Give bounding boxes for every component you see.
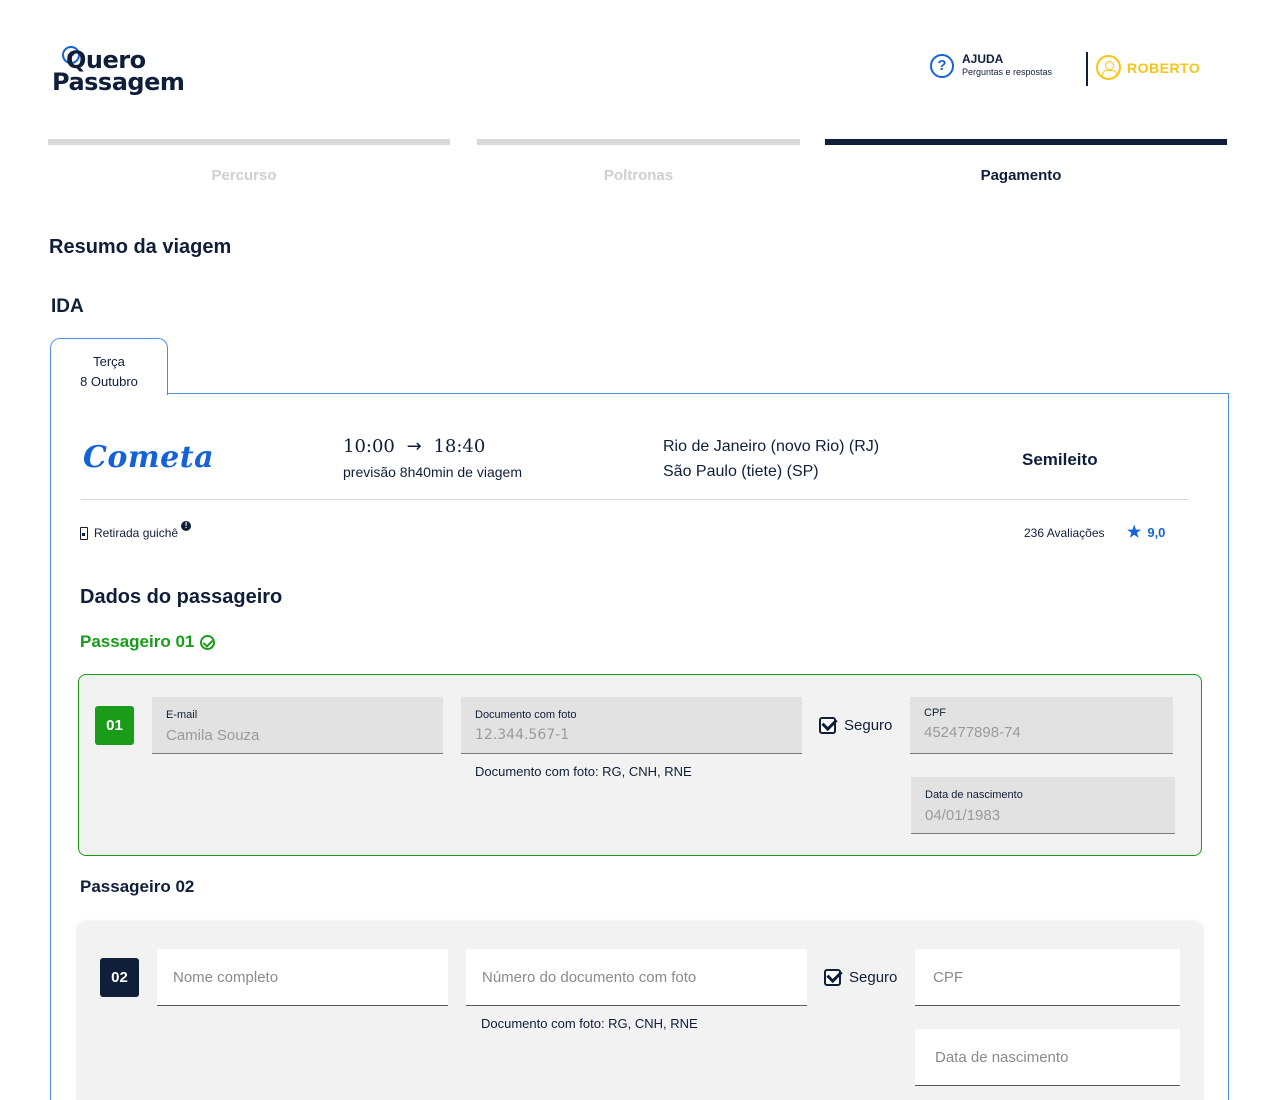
header-divider: [1086, 52, 1088, 86]
step-poltronas[interactable]: Poltronas: [477, 167, 800, 184]
trip-times: 10:00 → 18:40: [343, 436, 485, 457]
insurance-checkbox[interactable]: Seguro: [819, 717, 892, 734]
summary-title: Resumo da viagem: [49, 236, 232, 258]
destination: São Paulo (tiete) (SP): [663, 463, 819, 480]
rating: ★ 9,0: [1127, 522, 1165, 542]
logo[interactable]: + Quero Passagem: [52, 42, 185, 98]
step-bar-poltronas: [477, 139, 800, 145]
insurance-label: Seguro: [844, 717, 893, 734]
birthdate-label: Data de nascimento: [925, 789, 1023, 801]
arrival-time: 18:40: [433, 436, 486, 457]
trip-direction: IDA: [51, 296, 84, 317]
user-menu[interactable]: ROBERTO: [1096, 55, 1200, 80]
user-icon: [1096, 55, 1121, 80]
cpf-value: 452477898-74: [924, 724, 1021, 741]
email-value: Camila Souza: [166, 727, 260, 744]
pickup-label: Retirada guichê: [94, 526, 179, 540]
info-icon[interactable]: !: [181, 521, 192, 531]
birthdate-value: 04/01/1983: [925, 807, 1001, 824]
passenger-2-title: Passageiro 02: [80, 877, 195, 896]
insurance-label-2: Seguro: [849, 969, 898, 986]
cpf-field[interactable]: CPF 452477898-74: [910, 697, 1173, 754]
help-icon: ?: [930, 53, 954, 78]
date-day: 8 Outubro: [80, 374, 138, 389]
step-bar-pagamento: [825, 139, 1227, 145]
document-hint-2: Documento com foto: RG, CNH, RNE: [481, 1016, 698, 1031]
departure-time: 10:00: [343, 436, 395, 457]
cpf-label: CPF: [924, 707, 946, 719]
user-name: ROBERTO: [1127, 59, 1201, 76]
step-bar-percurso: [48, 139, 450, 145]
birthdate-input[interactable]: [915, 1029, 1180, 1086]
passenger-1-title: Passageiro 01: [80, 632, 216, 652]
document-label: Documento com foto: [475, 709, 577, 721]
help-subtitle: Perguntas e respostas: [962, 67, 1053, 77]
seat-class: Semileito: [1022, 450, 1098, 469]
date-weekday: Terça: [93, 354, 125, 369]
cpf-input[interactable]: [915, 949, 1180, 1006]
passenger-1-badge: 01: [95, 706, 134, 745]
document-hint: Documento com foto: RG, CNH, RNE: [475, 764, 692, 779]
help-title: AJUDA: [962, 52, 1004, 66]
reviews-count[interactable]: 236 Avaliações: [1024, 526, 1105, 540]
date-tab[interactable]: Terça 8 Outubro: [50, 338, 168, 395]
name-input[interactable]: [157, 949, 448, 1006]
check-circle-icon: [200, 634, 216, 650]
rating-value: 9,0: [1147, 524, 1166, 540]
document-field[interactable]: Documento com foto 12.344.567-1: [461, 697, 802, 754]
origin: Rio de Janeiro (novo Rio) (RJ): [663, 438, 880, 455]
star-icon: ★: [1127, 524, 1142, 541]
step-pagamento[interactable]: Pagamento: [825, 167, 1217, 184]
divider: [81, 499, 1188, 500]
checkbox-checked-icon: [824, 969, 841, 986]
step-percurso[interactable]: Percurso: [48, 167, 440, 184]
insurance-checkbox-2[interactable]: Seguro: [824, 969, 897, 986]
trip-duration: previsão 8h40min de viagem: [343, 464, 522, 480]
document-value: 12.344.567-1: [475, 727, 570, 743]
help-link[interactable]: ? AJUDA Perguntas e respostas: [930, 53, 1052, 78]
ticket-icon: [80, 526, 88, 540]
arrow-right-icon: →: [406, 436, 422, 457]
document-input[interactable]: [466, 949, 807, 1006]
passenger-1-title-text: Passageiro 01: [80, 632, 195, 651]
email-field[interactable]: E-mail Camila Souza: [152, 697, 443, 754]
passenger-2-badge: 02: [100, 958, 139, 997]
pickup-info: Retirada guichê !: [80, 521, 192, 540]
passenger-section-title: Dados do passageiro: [80, 586, 283, 608]
checkbox-checked-icon: [819, 717, 836, 734]
company-logo: Cometa: [83, 440, 215, 475]
birthdate-field[interactable]: Data de nascimento 04/01/1983: [911, 777, 1175, 834]
logo-text-bottom: Passagem: [52, 68, 185, 96]
email-label: E-mail: [166, 709, 198, 721]
